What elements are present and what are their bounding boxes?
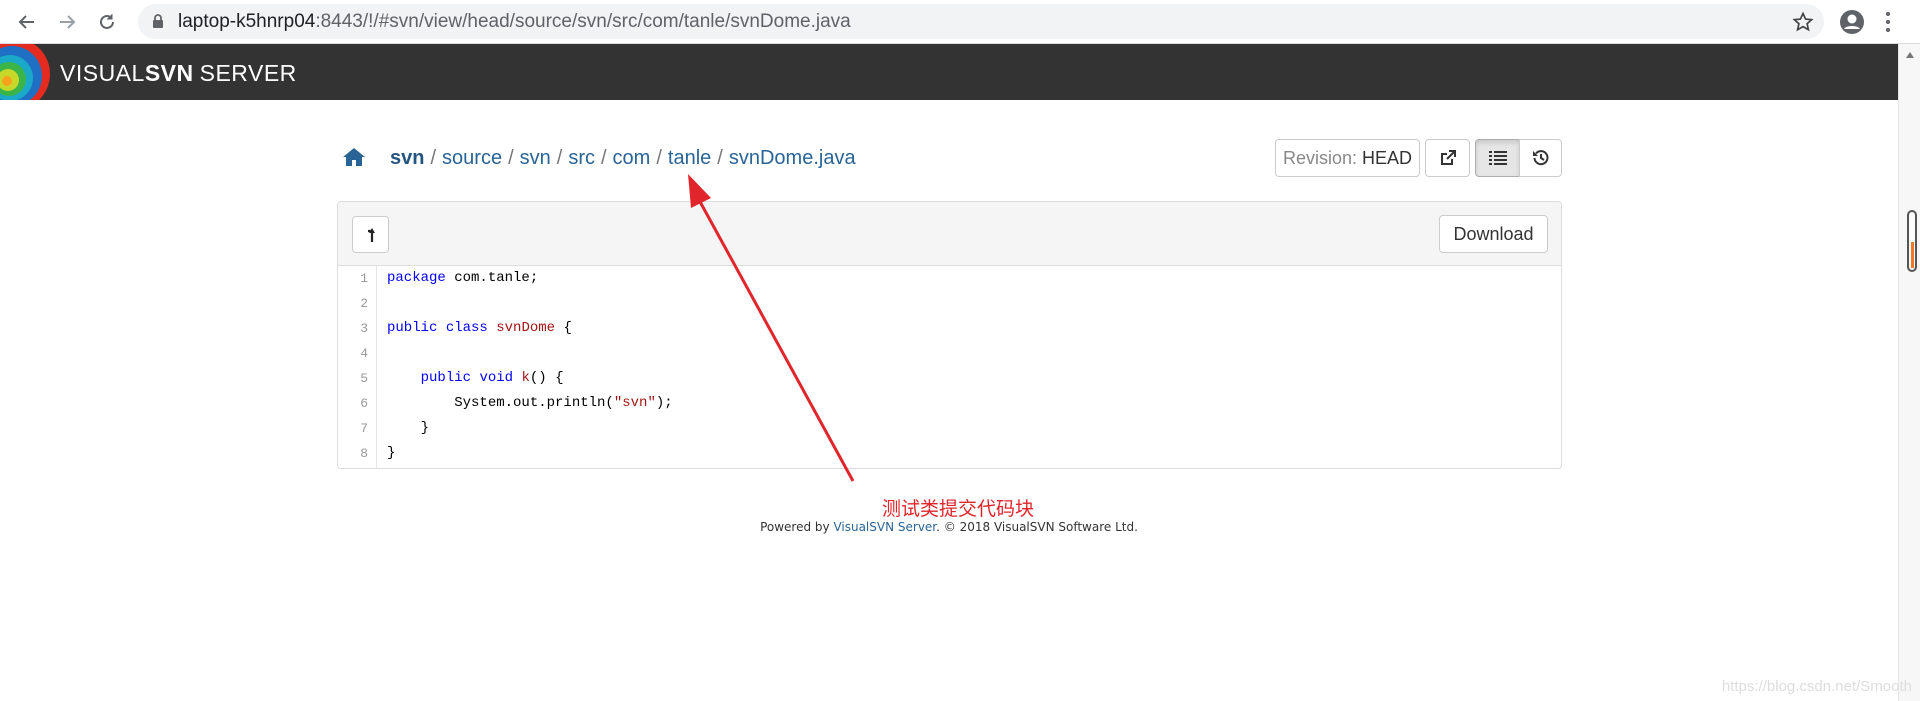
- history-button[interactable]: [1519, 139, 1562, 177]
- browser-toolbar: laptop-k5hnrp04:8443/!/#svn/view/head/so…: [0, 0, 1920, 44]
- reload-icon: [100, 14, 114, 29]
- open-external-button[interactable]: [1425, 139, 1470, 177]
- code-text: public void k() {: [420, 370, 564, 386]
- home-icon[interactable]: [342, 147, 366, 167]
- code-line: 7 }: [338, 416, 1561, 441]
- scroll-up-icon[interactable]: [1906, 52, 1914, 58]
- revision-button[interactable]: Revision: HEAD: [1275, 139, 1420, 177]
- code-line: 8}: [338, 441, 1561, 466]
- code-text: public class svnDome {: [387, 320, 572, 336]
- annotation-note: 测试类提交代码块: [882, 498, 1035, 520]
- line-number: 3: [360, 321, 368, 336]
- breadcrumb-svn-root[interactable]: svn: [390, 147, 424, 169]
- menu-icon[interactable]: [1884, 10, 1892, 34]
- watermark: https://blog.csdn.net/Smooth: [1721, 678, 1912, 695]
- code-line: 3 public class svnDome {: [338, 316, 1561, 341]
- history-icon: [1532, 150, 1548, 166]
- line-number: 1: [360, 271, 368, 286]
- breadcrumb-com[interactable]: com: [613, 147, 651, 169]
- code-text: package com.tanle;: [387, 270, 539, 286]
- url-text: laptop-k5hnrp04:8443/!/#svn/view/head/so…: [178, 11, 851, 32]
- file-viewer-panel: Download 1 package com.tanle; 2 3 public cla…: [337, 201, 1562, 469]
- breadcrumb-tanle[interactable]: tanle: [668, 147, 711, 169]
- back-button[interactable]: [14, 9, 40, 35]
- panel-toolbar: Download: [338, 202, 1561, 266]
- line-number: 5: [360, 371, 368, 386]
- forward-icon: [60, 15, 76, 29]
- go-up-button[interactable]: [352, 216, 389, 253]
- line-number: 6: [360, 396, 368, 411]
- account-icon[interactable]: [1838, 8, 1866, 36]
- code-text: }: [387, 420, 430, 436]
- address-bar[interactable]: laptop-k5hnrp04:8443/!/#svn/view/head/so…: [138, 4, 1824, 39]
- back-icon: [18, 15, 34, 29]
- scroll-thumb[interactable]: [1907, 210, 1917, 272]
- breadcrumb: svn / source / svn / src / com / tanle / svnDome.jav…: [390, 147, 856, 169]
- code-text: }: [387, 445, 396, 461]
- breadcrumb-file[interactable]: svnDome.java: [729, 147, 856, 169]
- line-number: 2: [360, 296, 368, 311]
- breadcrumb-source[interactable]: source: [442, 147, 502, 169]
- list-view-button[interactable]: [1475, 139, 1520, 177]
- code-line: 2: [338, 291, 1561, 316]
- forward-button[interactable]: [54, 9, 80, 35]
- line-number: 7: [360, 421, 368, 436]
- breadcrumb-svn[interactable]: svn: [520, 147, 551, 169]
- lock-icon: [153, 14, 163, 28]
- reload-button[interactable]: [94, 9, 120, 35]
- visualsvn-logo[interactable]: [0, 44, 52, 100]
- level-up-icon: [367, 227, 375, 242]
- app-header: VISUALSVN SERVER: [0, 44, 1898, 100]
- code-text: System.out.println("svn");: [387, 395, 673, 411]
- code-line: 5 public void k() {: [338, 366, 1561, 391]
- download-button[interactable]: Download: [1439, 215, 1548, 253]
- code-line: 6 System.out.println("svn");: [338, 391, 1561, 416]
- line-number: 4: [360, 346, 368, 361]
- external-link-icon: [1440, 150, 1456, 165]
- line-number: 8: [360, 446, 368, 461]
- code-line: 1 package com.tanle;: [338, 266, 1561, 291]
- star-icon[interactable]: [1792, 11, 1814, 33]
- list-icon: [1488, 151, 1507, 165]
- brand-name[interactable]: VISUALSVN SERVER: [60, 60, 297, 87]
- page-scrollbar[interactable]: [1898, 44, 1920, 701]
- breadcrumb-src[interactable]: src: [568, 147, 595, 169]
- code-line: 4: [338, 341, 1561, 366]
- page-footer: Powered by VisualSVN Server. © 2018 Visu…: [760, 520, 1138, 534]
- visualsvn-server-link[interactable]: VisualSVN Server: [833, 520, 936, 534]
